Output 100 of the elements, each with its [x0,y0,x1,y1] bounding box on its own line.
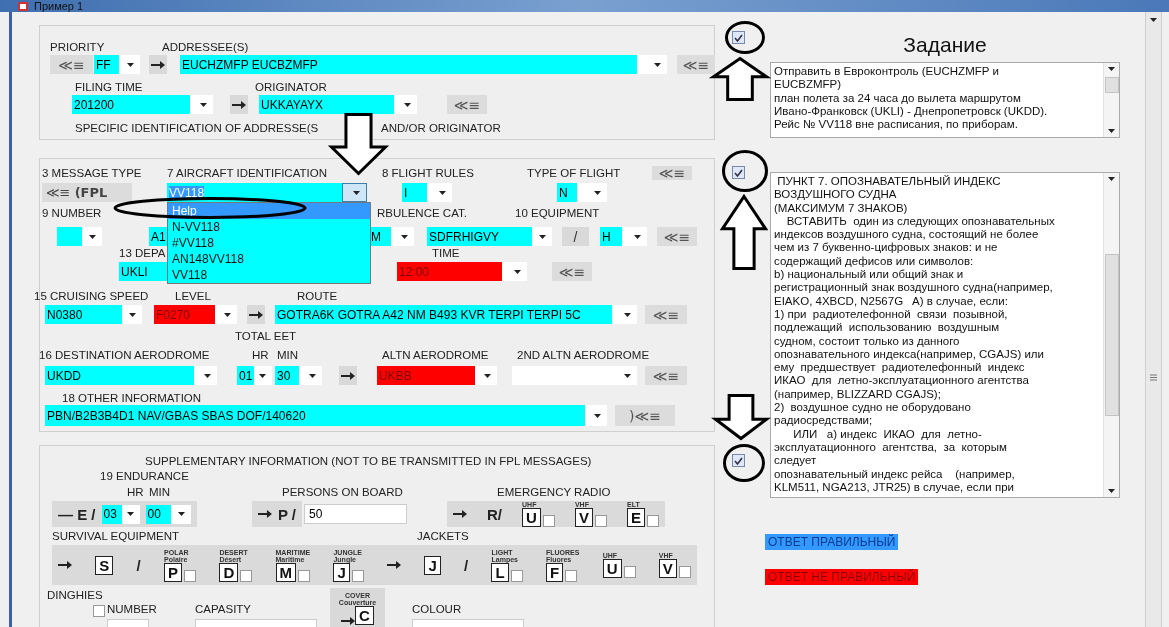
field-label: MIN [277,348,299,362]
text-line: Рейс № VV118 вне расписания, по приборам. [774,118,1019,132]
text-line: EUCBZMFP) [774,78,843,92]
field-label: JACKETS [417,528,469,543]
recall-button[interactable]: ≪≡ [652,166,692,180]
code-letter: U [522,508,541,527]
field-label: PERSONS ON BOARD [282,484,403,499]
text-line: ему предшествует радиотелефонный индекс [774,361,1026,375]
field-label: MIN [149,484,171,499]
dropdown-field[interactable]: N [557,183,577,202]
text-line: Ивано-Франковск (UKLI) - Днепропетровск (UKDD). [774,104,1049,119]
text-line: судном, состоит только из данного [774,334,961,348]
text-line: содержащий дефисов или символов: [774,254,975,269]
recall-button[interactable]: ≪≡ [50,55,93,74]
code-letter: E [627,508,645,527]
text-line: чем из 7 буквенно-цифровых знаков: и не [774,241,999,255]
task-textbox[interactable]: Отправить в Евроконтроль (EUCHZMFP и EUCBZMFP) план полета за 24 часа до вылета маршрутом Ивано-Франковск (UKLI) - Днепропетровск (UKDD). Рейс № VV118 вне расписания, по приборам. [770,62,1120,138]
field-label: COLOUR [412,602,462,616]
field-label: LEVEL [175,289,211,303]
text-line: следует [774,454,818,468]
recall-button[interactable]: ≪≡ [657,227,697,246]
dropdown-field[interactable]: SDFRHIGVY [427,227,532,246]
field-label: TYPE OF FLIGHT [527,166,621,180]
text-line: опознавательный индекс рейса (например, [774,467,1016,481]
field-label: ROUTE [297,289,338,303]
text-line: 1) при радиотелефонной связи позывной, [774,307,1009,322]
dropdown-field[interactable]: M [369,227,391,246]
separator-text: / [464,556,469,574]
field-label: RBULENCE CAT. [377,206,467,220]
field-label: SUPPLEMENTARY INFORMATION (NOT TO BE TRANSMITTED IN FPL MESSAGES) [145,453,592,468]
window-title: Пример 1 [34,0,84,12]
dropdown-field[interactable]: UKDD [45,366,194,385]
separator-button[interactable]: / [562,227,589,246]
field-label: DINGHIES [47,588,103,602]
text-line: EIAKO, 4XBCD, N2567G A) в случае, если: [774,294,1009,308]
recall-button[interactable]: )≪≡ [615,405,675,426]
text-line: 2) воздушное судно не оборудовано [774,401,972,415]
dropdown-field[interactable]: FF [94,55,119,74]
dropdown-field[interactable]: EUCHZMFP EUCBZMFP [180,55,637,74]
field-label: 13 DEPA [119,246,166,260]
text-line: b) национальный или общий знак и [774,268,965,282]
dropdown-field[interactable]: 03 [101,504,122,524]
dropdown-option[interactable]: AN148VV118 [168,251,370,267]
text-line: ВОЗДУШНОГО СУДНА [774,188,898,202]
dropdown-field[interactable]: 201200 [72,95,190,114]
prefix-text: — E / [58,505,96,523]
field-label: TIME [432,246,460,260]
recall-button[interactable]: ≪≡ [552,262,592,281]
text-line: ВСТАВИТЬ один из следующих опознавательных [785,214,1056,229]
text-line: подлежащий использованию воздушным [774,321,1001,335]
text-line: эксплуатационного агентства, за которым [774,440,1008,455]
code-letter: M [275,562,297,582]
text-line: Отправить в Евроконтроль (EUCHZMFP и [774,65,1000,79]
code-letter: P [164,562,183,582]
field-label: SPECIFIC IDENTIFICATION OF ADDRESSE(S [75,121,319,135]
recall-button[interactable]: ≪≡ [677,55,715,74]
field-label: TOTAL EET [235,329,297,343]
text-line: (МАКСИМУМ 7 ЗНАКОВ) [774,201,909,215]
field-label: 15 CRUISING SPEED [34,289,149,303]
text-line: ИЛИ а) индекс ИКАО для летно- [792,427,983,441]
task-heading: Задание [902,33,988,57]
recall-button[interactable]: ≪≡ [645,305,687,324]
dropdown-option[interactable]: VV118 [168,267,370,283]
dropdown-field[interactable]: H [600,227,622,246]
text-line: регистрационный знак воздушного судна(например, [774,281,1054,295]
code-letter: C [355,606,374,625]
text-line: (например, BLIZZARD CGAJS); [774,387,942,402]
dropdown-field[interactable]: I [402,183,427,202]
dropdown-option[interactable]: #VV118 [168,235,370,251]
dropdown-field[interactable]: GOTRA6K GOTRA A42 NM B493 KVR TERPI TERPI 5C [275,305,612,324]
text-line: индексов воздушного судна, состоящий не более [774,228,1040,242]
code-letter: V [658,559,677,578]
dropdown-field[interactable]: 00 [145,504,171,524]
dropdown-field[interactable]: 30 [275,366,299,385]
text-line: KLM511, NGA213, JTR25) в случае, если при [774,480,1015,495]
field-label: 16 DESTINATION AERODROME [39,348,210,362]
text-line: опознавательного индекса(например, CGAJS) или [774,347,1045,362]
field-label: NUMBER [107,602,157,616]
field-label: 8 FLIGHT RULES [382,166,474,180]
input-field[interactable]: 50 [304,504,407,524]
dropdown-field[interactable]: PBN/B2B3B4D1 NAV/GBAS SBAS DOF/140620 [45,405,585,426]
code-letter: J [424,555,441,575]
prefix-text: P / [277,505,296,523]
dropdown-field[interactable]: UKKAYAYX [259,95,394,114]
dropdown-option[interactable]: N-VV118 [168,219,370,235]
prefix-text: R/ [487,505,503,523]
field-label: 2ND ALTN AERODROME [517,348,650,362]
text-line: план полета за 24 часа до вылета маршрутом [774,91,1022,105]
result-label: ОТВЕТ НЕ ПРАВИЛЬНЫЙ [765,569,919,585]
field-label: AND/OR ORIGINATOR [381,121,501,135]
dropdown-field[interactable]: N0380 [45,305,122,324]
recall-button[interactable]: ≪≡ [645,366,687,385]
field-label: FILING TIME [75,79,143,94]
text-line: ПУНКТ 7. ОПОЗНАВАТЕЛЬНЫЙ ИНДЕКС [776,175,1002,189]
recall-button[interactable]: ≪≡ [447,95,487,114]
message-type-button[interactable]: ≪≡ (FPL [42,183,132,202]
code-letter: L [491,562,509,582]
field-label: 10 EQUIPMENT [515,206,600,220]
dropdown-field[interactable]: 01 [237,366,254,385]
field-label: CAPASITY [195,602,252,616]
